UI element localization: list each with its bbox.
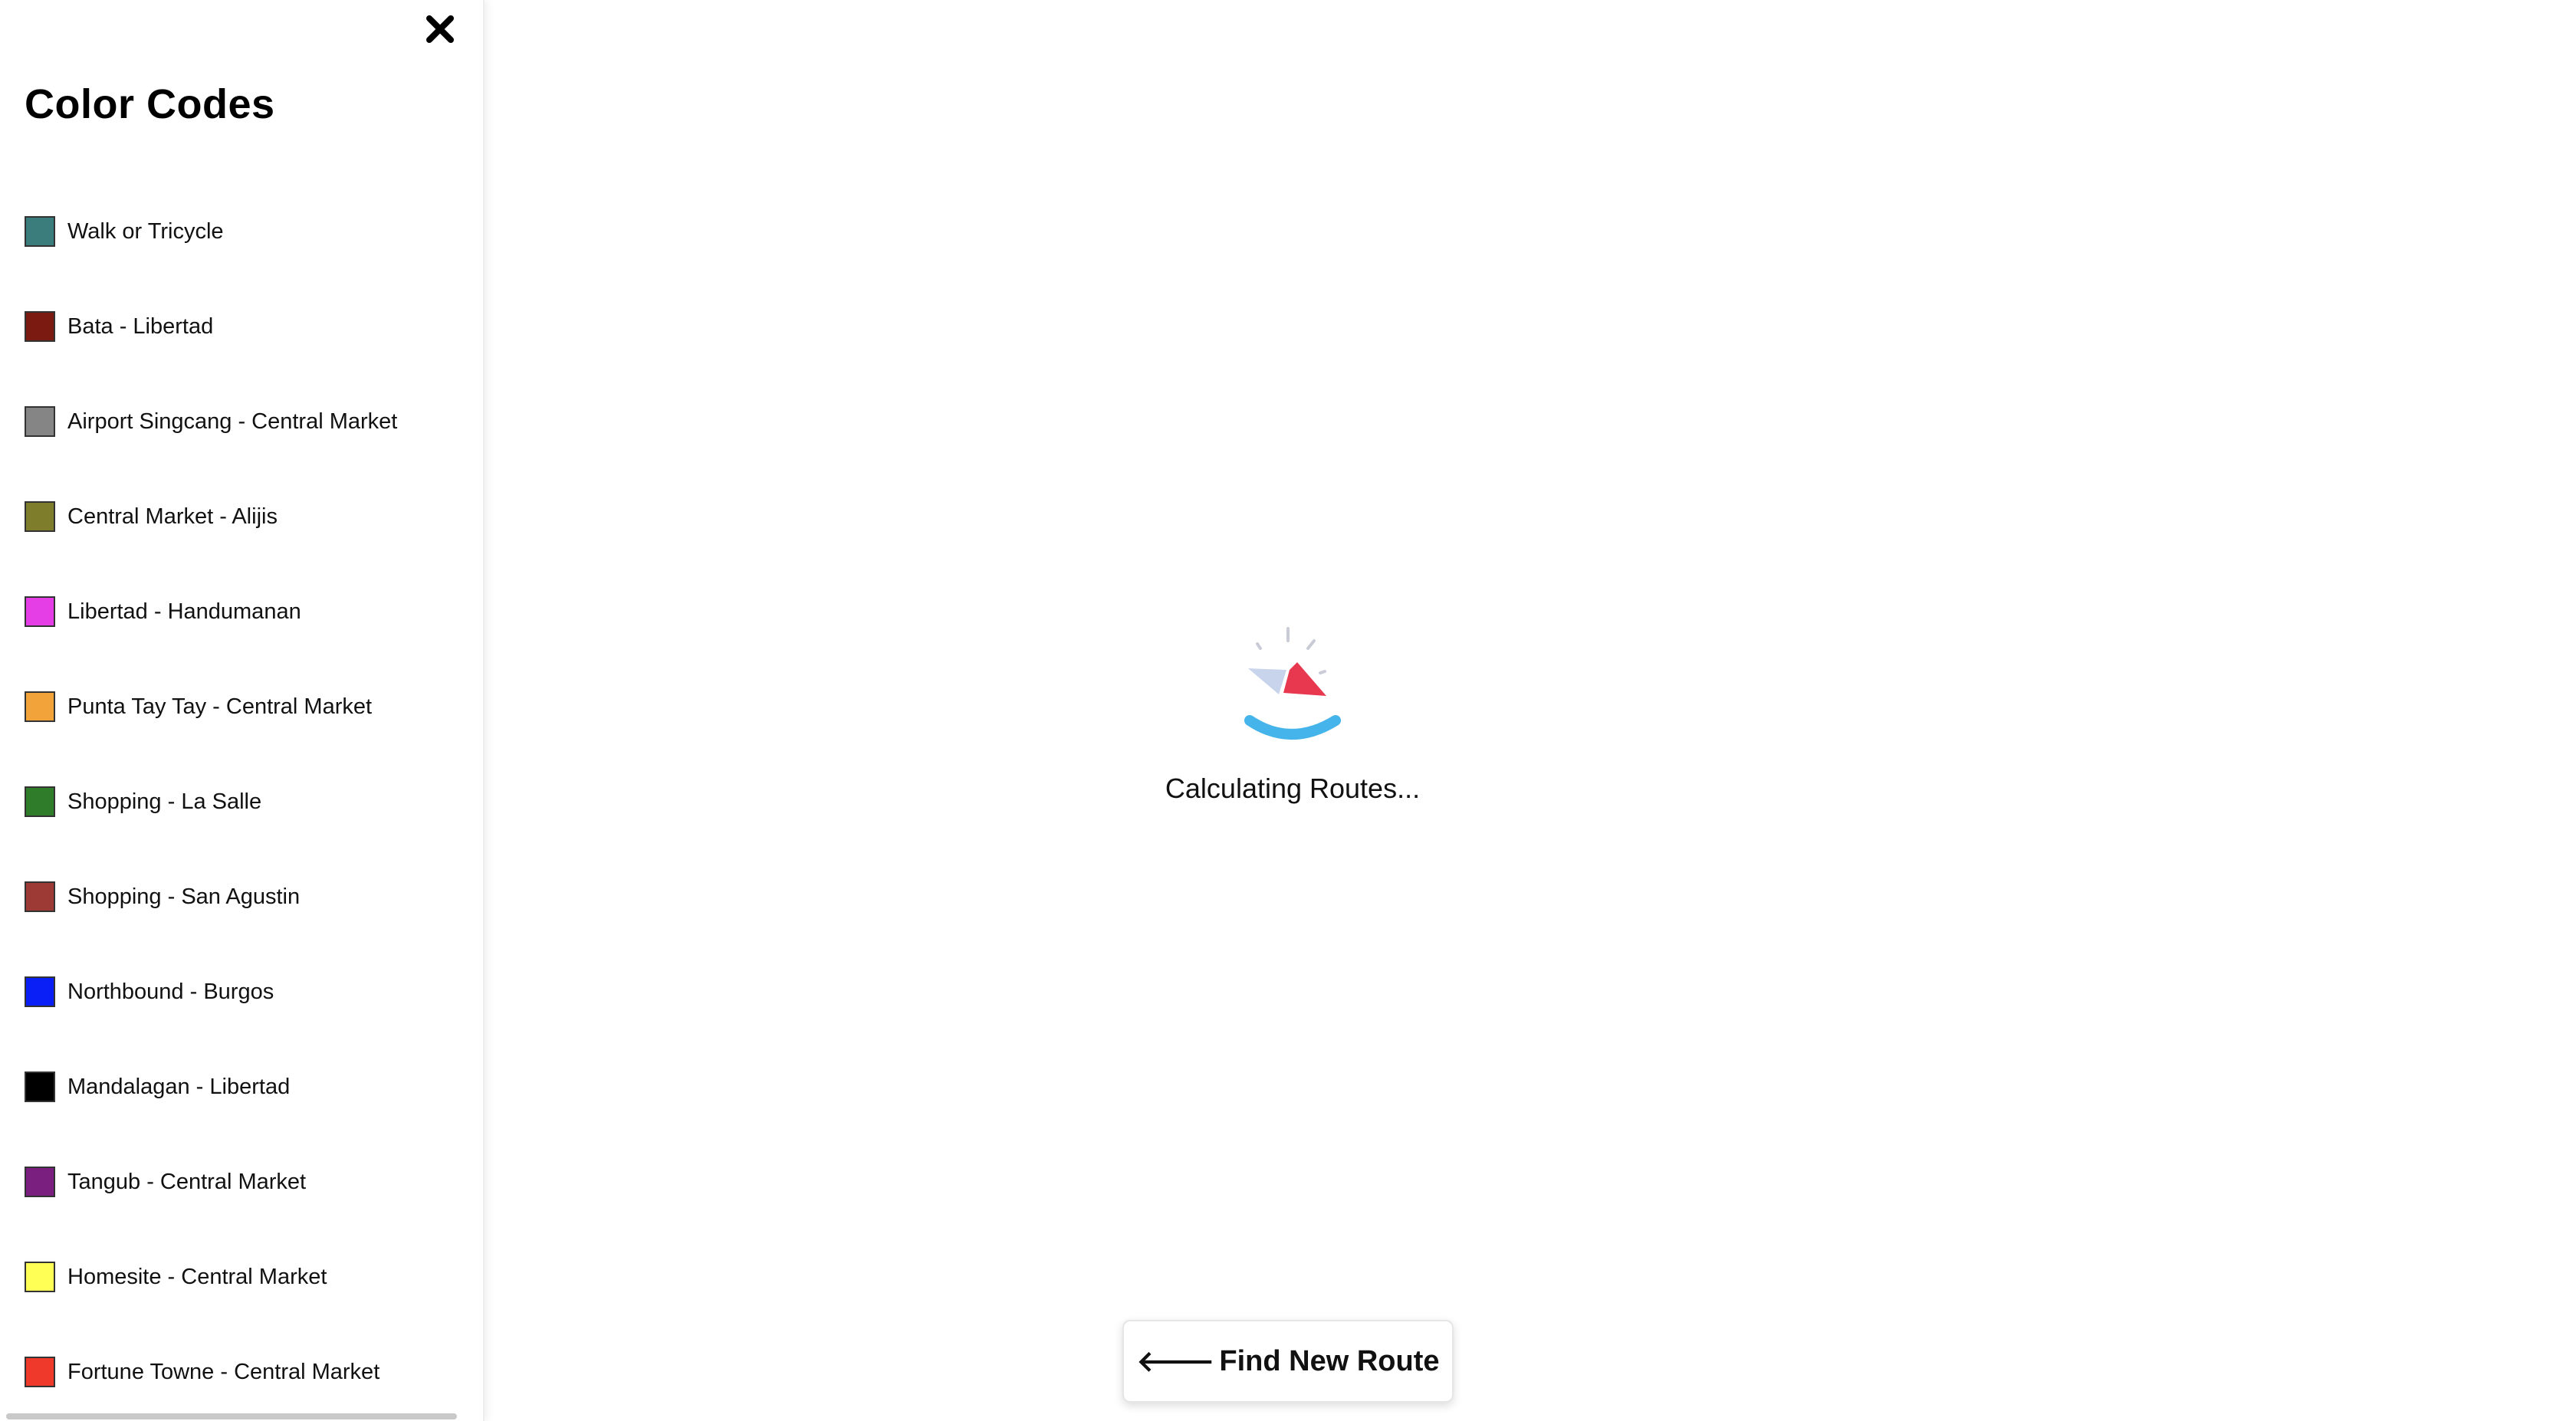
legend-label: Tangub - Central Market [67,1169,307,1194]
legend-label: Shopping - San Agustin [67,884,301,909]
legend-label: Punta Tay Tay - Central Market [67,694,373,719]
legend-item: Tangub - Central Market [25,1134,397,1229]
close-sidebar-button[interactable] [420,9,460,49]
legend-label: Bata - Libertad [67,313,214,339]
color-swatch [25,881,55,912]
legend-label: Homesite - Central Market [67,1264,327,1289]
legend-label: Shopping - La Salle [67,789,262,814]
color-swatch [25,976,55,1007]
legend-label: Fortune Towne - Central Market [67,1359,380,1384]
color-swatch [25,1262,55,1292]
color-codes-sidebar: Color Codes Walk or Tricycle Bata - Liber… [0,0,485,1421]
legend-item: Walk or Tricycle [25,184,397,279]
legend-item: Bata - Libertad [25,279,397,374]
legend-item: Airport Singcang - Central Market [25,374,397,469]
legend-item: Shopping - La Salle [25,754,397,849]
find-new-route-label: Find New Route [1219,1344,1440,1377]
color-swatch [25,596,55,627]
legend-item: Shopping - San Agustin [25,849,397,944]
color-swatch [25,691,55,722]
legend-item: Homesite - Central Market [25,1229,397,1324]
color-swatch [25,216,55,247]
color-swatch [25,1167,55,1197]
loading-status-text: Calculating Routes... [1165,773,1421,804]
app-root: Color Codes Walk or Tricycle Bata - Liber… [0,0,2576,1421]
color-swatch [25,501,55,532]
legend-item: Mandalagan - Libertad [25,1039,397,1134]
color-swatch [25,1357,55,1387]
legend-label: Northbound - Burgos [67,979,274,1004]
color-swatch [25,406,55,437]
arrow-left-icon: 🡐 [1136,1346,1215,1378]
legend-label: Airport Singcang - Central Market [67,409,398,434]
legend-item: Punta Tay Tay - Central Market [25,659,397,754]
sidebar-scrollbar[interactable] [6,1413,457,1419]
sidebar-title: Color Codes [25,81,275,127]
legend-label: Mandalagan - Libertad [67,1074,291,1099]
color-legend-list: Walk or Tricycle Bata - Libertad Airport S… [25,184,397,1419]
compass-loading-icon [1244,627,1341,740]
color-swatch [25,786,55,817]
legend-item: Central Market - Alijis [25,469,397,564]
legend-item: Fortune Towne - Central Market [25,1324,397,1419]
legend-item: Northbound - Burgos [25,944,397,1039]
close-icon [426,15,454,43]
main-area [485,0,2576,1421]
legend-label: Walk or Tricycle [67,218,224,244]
legend-label: Libertad - Handumanan [67,599,301,624]
find-new-route-button[interactable]: 🡐 Find New Route [1122,1320,1454,1403]
color-swatch [25,1071,55,1102]
color-swatch [25,311,55,342]
legend-label: Central Market - Alijis [67,504,278,529]
legend-item: Libertad - Handumanan [25,564,397,659]
